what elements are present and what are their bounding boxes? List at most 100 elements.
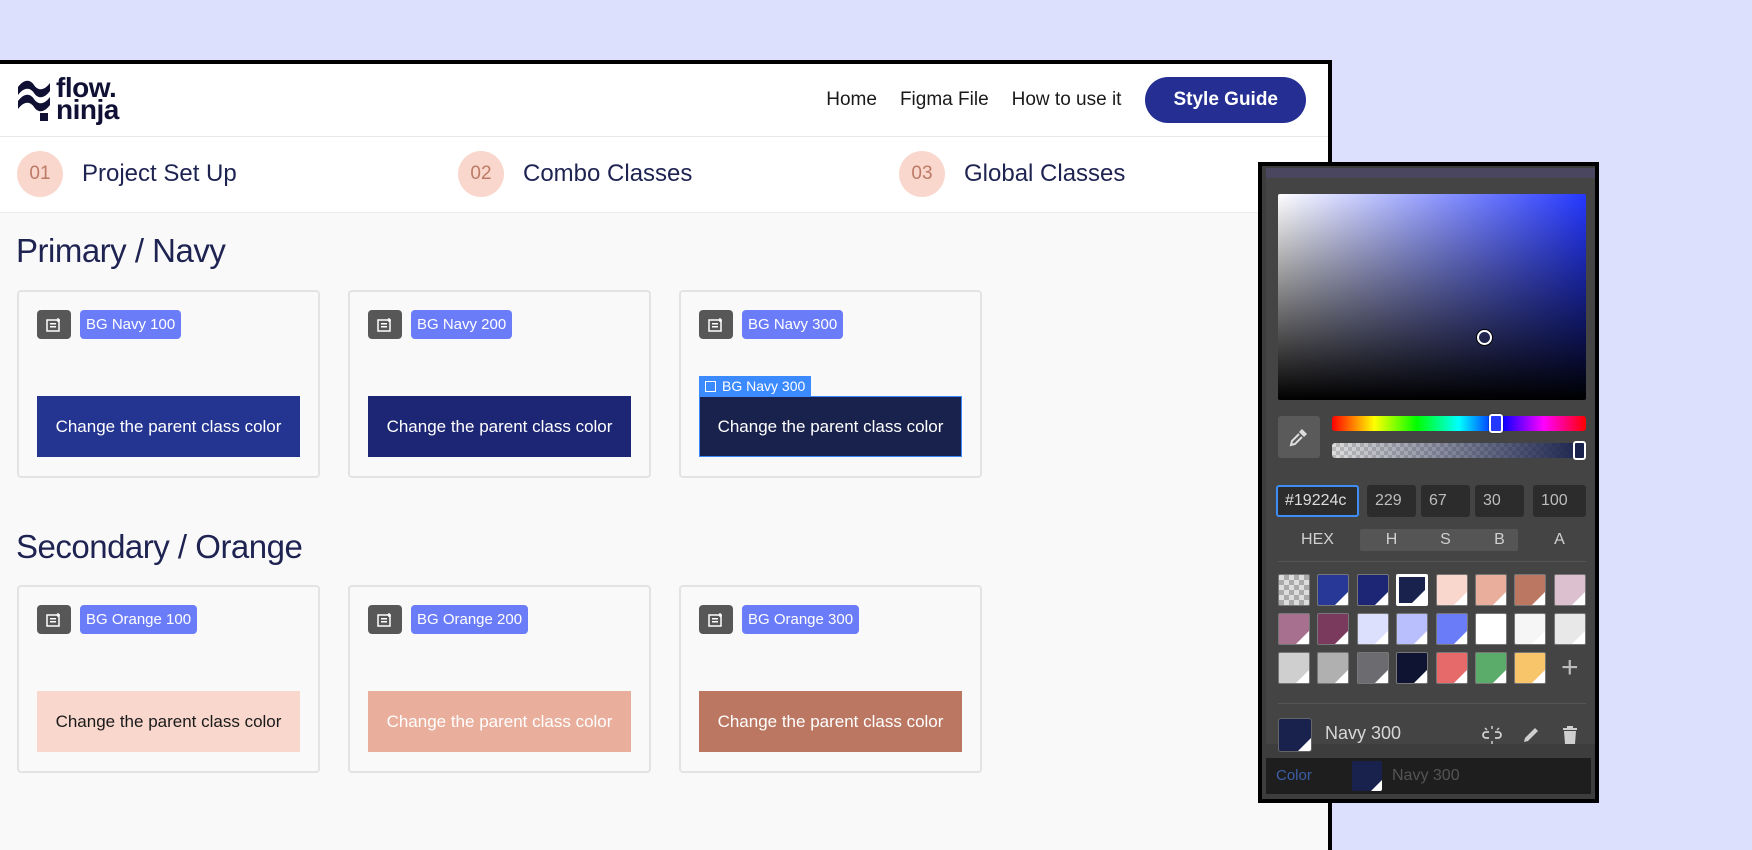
color-card: BG Orange 300 Change the parent class col…: [679, 585, 982, 773]
eyedropper-icon: [1289, 429, 1307, 447]
color-sample-box[interactable]: Change the parent class color: [368, 396, 631, 457]
color-swatch[interactable]: [1435, 574, 1468, 606]
class-tag-label: BG Orange 300: [742, 605, 860, 634]
color-swatch[interactable]: [1514, 574, 1547, 606]
color-sample-box[interactable]: Change the parent class color: [37, 691, 300, 752]
brightness-input[interactable]: [1475, 485, 1524, 517]
step-number: 01: [17, 151, 63, 197]
color-swatch[interactable]: [1553, 574, 1586, 606]
step-global-classes[interactable]: 03 Global Classes: [899, 151, 1125, 197]
color-swatch[interactable]: [1475, 613, 1507, 645]
saturation-brightness-handle[interactable]: [1477, 330, 1492, 345]
color-card: BG Navy 200 Change the parent class color: [348, 290, 651, 478]
divider: [1278, 561, 1586, 562]
eyedropper-button[interactable]: [1278, 416, 1320, 458]
color-swatch[interactable]: [1278, 613, 1310, 645]
class-tag[interactable]: BG Orange 100: [37, 605, 198, 634]
alpha-input[interactable]: [1533, 485, 1586, 517]
color-picker-panel: HEX H S B A + Navy 300 Color Navy 300: [1258, 162, 1599, 803]
section-title-primary: Primary / Navy: [16, 232, 226, 269]
selected-element-label-text: BG Navy 300: [722, 378, 806, 394]
class-tag-label: BG Navy 300: [742, 310, 844, 339]
picker-header[interactable]: [1266, 168, 1595, 178]
square-icon: [705, 380, 716, 392]
saturation-brightness-area[interactable]: [1278, 194, 1586, 400]
hue-slider-handle[interactable]: [1489, 414, 1503, 433]
logo-line-2: ninja: [56, 94, 119, 125]
alpha-slider-handle[interactable]: [1573, 441, 1586, 460]
class-tag-label: BG Navy 100: [80, 310, 182, 339]
color-swatch[interactable]: [1396, 613, 1429, 645]
color-swatch[interactable]: [1396, 652, 1429, 684]
step-title: Project Set Up: [82, 160, 237, 187]
flow-ninja-logo[interactable]: flow. ninja: [16, 74, 156, 125]
transparent-swatch[interactable]: [1278, 574, 1310, 606]
color-property-label: Color: [1276, 767, 1312, 784]
color-card: BG Orange 100 Change the parent class col…: [17, 585, 320, 773]
selected-element-label: BG Navy 300: [699, 376, 812, 396]
color-sample-box[interactable]: Change the parent class color: [37, 396, 300, 457]
style-guide-button[interactable]: Style Guide: [1145, 77, 1306, 123]
color-sample-box[interactable]: Change the parent class color: [699, 691, 962, 752]
hue-input[interactable]: [1367, 485, 1416, 517]
edit-pencil-icon[interactable]: [1519, 723, 1543, 747]
class-tag[interactable]: BG Navy 200: [368, 310, 513, 339]
section-title-secondary: Secondary / Orange: [16, 528, 303, 565]
add-swatch-button[interactable]: +: [1554, 651, 1586, 684]
color-swatch[interactable]: [1278, 652, 1310, 684]
hue-slider[interactable]: [1332, 414, 1586, 433]
saturation-label: S: [1440, 531, 1451, 548]
brightness-label: B: [1494, 531, 1505, 548]
class-tag[interactable]: BG Navy 100: [37, 310, 182, 339]
element-icon: [368, 310, 402, 339]
flow-ninja-logo-icon: [18, 80, 50, 121]
class-tag[interactable]: BG Orange 300: [699, 605, 860, 634]
unlink-icon[interactable]: [1480, 723, 1504, 747]
class-tag[interactable]: BG Orange 200: [368, 605, 529, 634]
element-icon: [368, 605, 402, 634]
color-swatch[interactable]: [1356, 574, 1389, 606]
nav-link-figma-file[interactable]: Figma File: [900, 89, 989, 111]
color-card: BG Navy 100 Change the parent class color: [17, 290, 320, 478]
color-swatch[interactable]: [1317, 574, 1350, 606]
color-sample-box[interactable]: Change the parent class color: [699, 396, 962, 457]
picker-body: HEX H S B A + Navy 300: [1266, 178, 1595, 752]
color-swatch[interactable]: [1553, 613, 1586, 645]
color-swatch[interactable]: [1435, 613, 1468, 645]
color-swatch[interactable]: [1356, 652, 1389, 684]
saturation-input[interactable]: [1421, 485, 1470, 517]
color-swatch[interactable]: [1317, 613, 1350, 645]
element-icon: [699, 310, 733, 339]
hue-label: H: [1385, 531, 1398, 548]
color-swatch[interactable]: [1317, 652, 1350, 684]
trash-icon[interactable]: [1558, 723, 1582, 747]
style-guide-page: flow. ninja Home Figma File How to use i…: [0, 60, 1332, 850]
step-combo-classes[interactable]: 02 Combo Classes: [458, 151, 692, 197]
current-color-swatch[interactable]: [1278, 718, 1312, 752]
color-picker-inner: HEX H S B A + Navy 300 Color Navy 300: [1262, 166, 1595, 799]
alpha-slider[interactable]: [1332, 441, 1586, 460]
color-swatch[interactable]: [1356, 613, 1389, 645]
color-sample-box[interactable]: Change the parent class color: [368, 691, 631, 752]
color-card: BG Navy 300 BG Navy 300 Change the parent …: [679, 290, 982, 478]
color-property-swatch: [1352, 761, 1382, 791]
color-property-row[interactable]: Color Navy 300: [1266, 758, 1591, 794]
navbar: flow. ninja Home Figma File How to use i…: [0, 64, 1328, 137]
nav-link-home[interactable]: Home: [826, 89, 877, 111]
step-title: Combo Classes: [523, 160, 693, 187]
color-swatch[interactable]: [1514, 613, 1547, 645]
divider: [1278, 703, 1586, 704]
hex-input[interactable]: [1276, 485, 1359, 517]
step-project-set-up[interactable]: 01 Project Set Up: [17, 151, 237, 197]
element-icon: [37, 310, 71, 339]
element-icon: [699, 605, 733, 634]
color-swatch[interactable]: [1475, 574, 1507, 606]
logo-wordmark: flow. ninja: [56, 74, 119, 125]
color-swatch[interactable]: [1514, 652, 1547, 684]
color-swatch[interactable]: [1396, 574, 1429, 606]
nav-link-how-to-use[interactable]: How to use it: [1012, 89, 1122, 111]
class-tag[interactable]: BG Navy 300: [699, 310, 844, 339]
steps-bar: 01 Project Set Up 02 Combo Classes 03 Gl…: [0, 137, 1328, 213]
color-swatch[interactable]: [1475, 652, 1507, 684]
color-swatch[interactable]: [1435, 652, 1468, 684]
